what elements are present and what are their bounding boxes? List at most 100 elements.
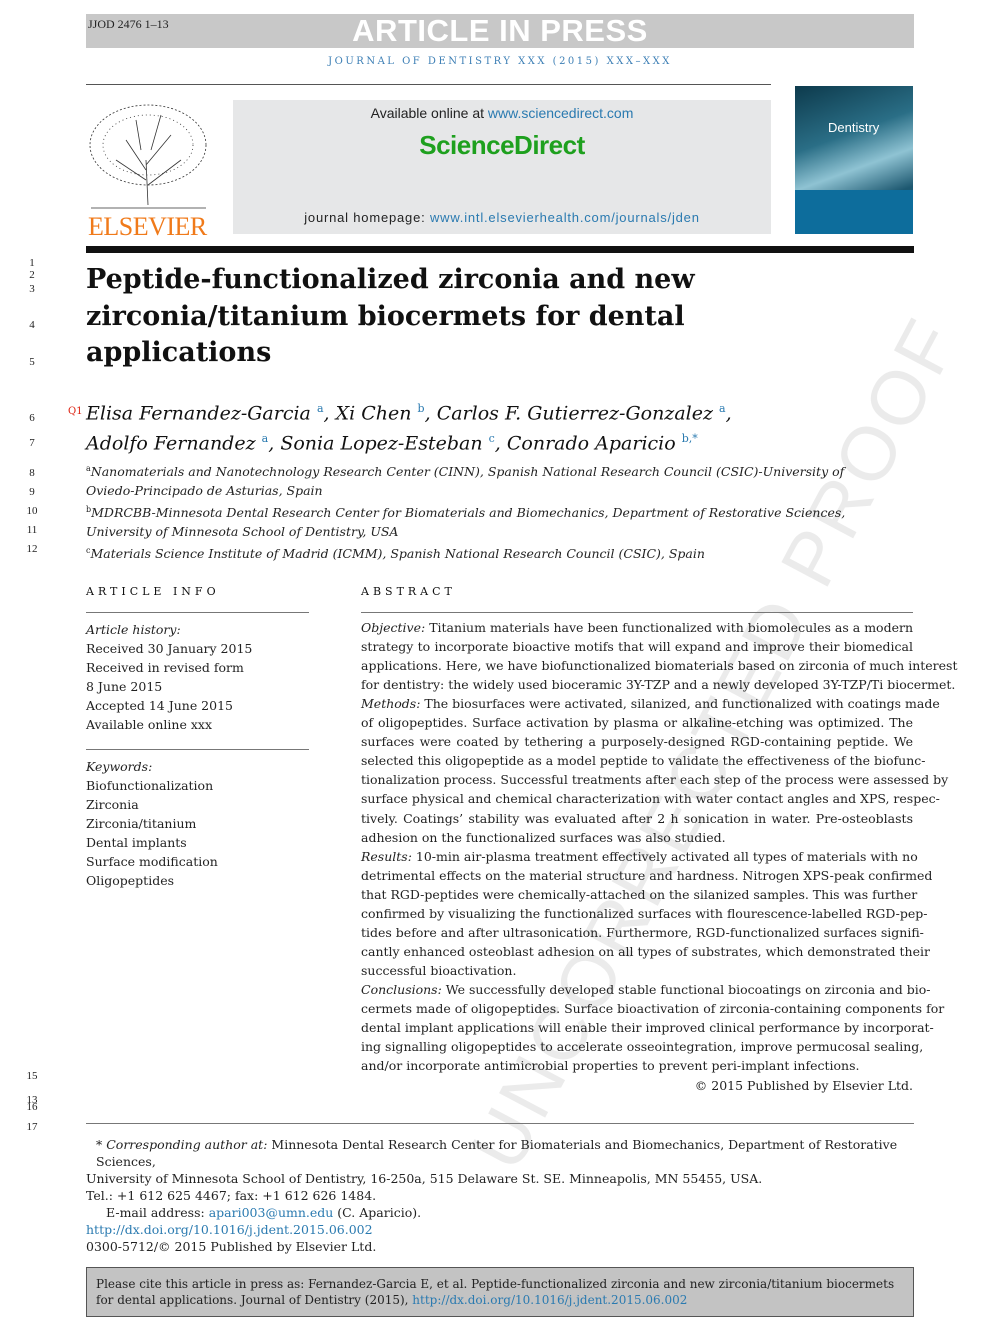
line-number: 6 [29, 412, 35, 424]
affiliation-continued: Oviedo-Principado de Asturias, Spain [86, 483, 323, 499]
affiliation-marker[interactable]: b,* [682, 432, 698, 445]
abstract-line: adhesion on the functionalized surfaces … [361, 830, 913, 845]
line-number: 7 [29, 437, 35, 449]
author-row: Adolfo Fernandez a, Sonia Lopez-Esteban … [86, 432, 698, 455]
line-number: 11 [26, 524, 38, 536]
author-name[interactable]: Adolfo Fernandez [86, 433, 256, 455]
article-page: UNCORRECTED PROOF JJOD 2476 1–13 ARTICLE… [0, 0, 992, 1323]
abstract-text: adhesion on the functionalized surfaces … [361, 829, 726, 845]
keyword: Surface modification [86, 854, 218, 869]
affiliation-text: MDRCBB-Minnesota Dental Research Center … [91, 505, 846, 521]
history-item: 8 June 2015 [86, 679, 163, 694]
available-online: Available online at www.sciencedirect.co… [370, 105, 634, 121]
keyword: Biofunctionalization [86, 778, 214, 793]
affiliation-marker[interactable]: a [719, 402, 726, 415]
abstract-text: cantly enhanced osteoblast adhesion on a… [361, 943, 930, 959]
affiliation-marker[interactable]: c [489, 432, 495, 445]
line-number: 4 [29, 319, 35, 331]
author-name[interactable]: Elisa Fernandez-Garcia [86, 402, 311, 424]
abstract-line: and/or incorporate antimicrobial propert… [361, 1058, 913, 1073]
footnotes: * Corresponding author at: Minnesota Den… [86, 1137, 898, 1254]
affiliation-marker[interactable]: a [262, 432, 269, 445]
history-item: Accepted 14 June 2015 [86, 698, 233, 713]
abstract-text: detrimental effects on the material stru… [361, 867, 933, 883]
journal-cover-image: Dentistry [795, 86, 913, 234]
article-title: Peptide-functionalized zirconia and new … [86, 264, 695, 368]
affiliation-marker[interactable]: b [418, 402, 425, 415]
author-name[interactable]: Carlos F. Gutierrez-Gonzalez [437, 402, 713, 424]
abstract-text: tionalization process. Successful treatm… [361, 772, 949, 788]
keyword: Oligopeptides [86, 873, 175, 888]
abstract-line: that RGD-peptides were chemically-attach… [361, 887, 917, 902]
affiliation-marker[interactable]: a [317, 402, 324, 415]
abstract-text: and/or incorporate antimicrobial propert… [361, 1058, 860, 1074]
line-number: 8 [29, 467, 35, 479]
line-number: 1 [29, 257, 35, 269]
doi-link[interactable]: http://dx.doi.org/10.1016/j.jdent.2015.0… [86, 1222, 373, 1237]
abstract-line: cantly enhanced osteoblast adhesion on a… [361, 944, 930, 959]
homepage-link[interactable]: www.intl.elsevierhealth.com/journals/jde… [430, 210, 700, 225]
affiliations: aNanomaterials and Nanotechnology Resear… [86, 459, 845, 563]
email-link[interactable]: apari003@umn.edu [209, 1205, 334, 1220]
abstract-text: cermets made of oligopeptides. Surface b… [361, 1001, 945, 1016]
sciencedirect-box: Available online at www.sciencedirect.co… [233, 100, 771, 234]
abstract-line: surfaces were coated by tethering a purp… [361, 734, 913, 749]
abstract-copyright: © 2015 Published by Elsevier Ltd. [694, 1078, 913, 1093]
author-name[interactable]: Xi Chen [336, 402, 412, 424]
abstract-line: successful bioactivation. [361, 963, 913, 978]
keywords: Keywords: Biofunctionalization Zirconia Zi… [86, 759, 218, 888]
divider [86, 84, 771, 85]
article-in-press-banner: JJOD 2476 1–13 ARTICLE IN PRESS [86, 13, 914, 48]
citation-box: Please cite this article in press as: Fe… [86, 1267, 914, 1317]
query-marker[interactable]: Q1 [68, 406, 83, 417]
citation-doi-link[interactable]: http://dx.doi.org/10.1016/j.jdent.2015.0… [412, 1293, 687, 1307]
banner-text: ARTICLE IN PRESS [352, 13, 648, 48]
history-item: Received in revised form [86, 660, 244, 675]
sciencedirect-logo: ScienceDirect [419, 130, 585, 160]
elsevier-logo-text: ELSEVIER [88, 212, 207, 241]
abstract-text: tides before and after ultrasonication. … [361, 924, 924, 940]
abstract-line: of oligopeptides. Surface activation by … [361, 715, 913, 730]
abstract-line: Objective: Titanium materials have been … [361, 620, 913, 635]
line-number: 12 [26, 543, 38, 555]
abstract-text: Titanium materials have been functionali… [425, 620, 913, 635]
abstract-line: confirmed by visualizing the functionali… [361, 906, 927, 921]
affiliation: bMDRCBB-Minnesota Dental Research Center… [86, 500, 845, 522]
abstract-line: surface physical and chemical characteri… [361, 791, 940, 806]
keyword: Zirconia [86, 797, 139, 812]
line-number: 15 [26, 1070, 38, 1082]
abstract-line: selected this oligopeptide as a model pe… [361, 753, 926, 768]
line-number: 2 [29, 269, 35, 281]
abstract-text: dental implant applications will enable … [361, 1020, 934, 1036]
line-number: 16 [26, 1101, 38, 1113]
line-number: 9 [29, 486, 35, 498]
abstract-line: strategy to incorporate bioactive motifs… [361, 639, 913, 654]
affiliation: aNanomaterials and Nanotechnology Resear… [86, 459, 845, 481]
abstract-heading: ABSTRACT [361, 585, 456, 598]
article-history: Article history: Received 30 January 201… [86, 622, 253, 732]
keyword: Dental implants [86, 835, 187, 850]
affiliation-text: Materials Science Institute of Madrid (I… [90, 546, 705, 562]
abstract-line: applications. Here, we have biofunctiona… [361, 658, 958, 673]
author-name[interactable]: Sonia Lopez-Esteban [280, 433, 482, 455]
abstract-line: tionalization process. Successful treatm… [361, 772, 948, 787]
author-name[interactable]: Conrado Aparicio [507, 433, 676, 455]
abstract-line: dental implant applications will enable … [361, 1020, 934, 1035]
author-row: Elisa Fernandez-Garcia a, Xi Chen b, Car… [86, 402, 732, 425]
journal-line: JOURNAL OF DENTISTRY XXX (2015) XXX–XXX [328, 56, 672, 67]
abstract-line: cermets made of oligopeptides. Surface b… [361, 1001, 944, 1016]
line-number: 17 [26, 1121, 38, 1133]
abstract-section-label: Objective: [361, 620, 426, 635]
abstract-text: tively. Coatings’ stability was evaluate… [361, 810, 913, 826]
history-item: Received 30 January 2015 [86, 641, 253, 656]
abstract-text: strategy to incorporate bioactive motifs… [361, 639, 913, 655]
abstract-section-label: Results: [361, 848, 412, 864]
author-list: Elisa Fernandez-Garcia a, Xi Chen b, Car… [86, 396, 732, 457]
abstract-line: Conclusions: We successfully developed s… [361, 982, 930, 997]
affiliation-text: Nanomaterials and Nanotechnology Researc… [90, 464, 845, 480]
abstract-line: tides before and after ultrasonication. … [361, 925, 924, 940]
abstract-text: The biosurfaces were activated, silanize… [420, 696, 940, 712]
sciencedirect-link[interactable]: www.sciencedirect.com [488, 105, 634, 121]
abstract-line: tively. Coatings’ stability was evaluate… [361, 811, 913, 826]
abstract-text: We successfully developed stable functio… [441, 981, 931, 997]
